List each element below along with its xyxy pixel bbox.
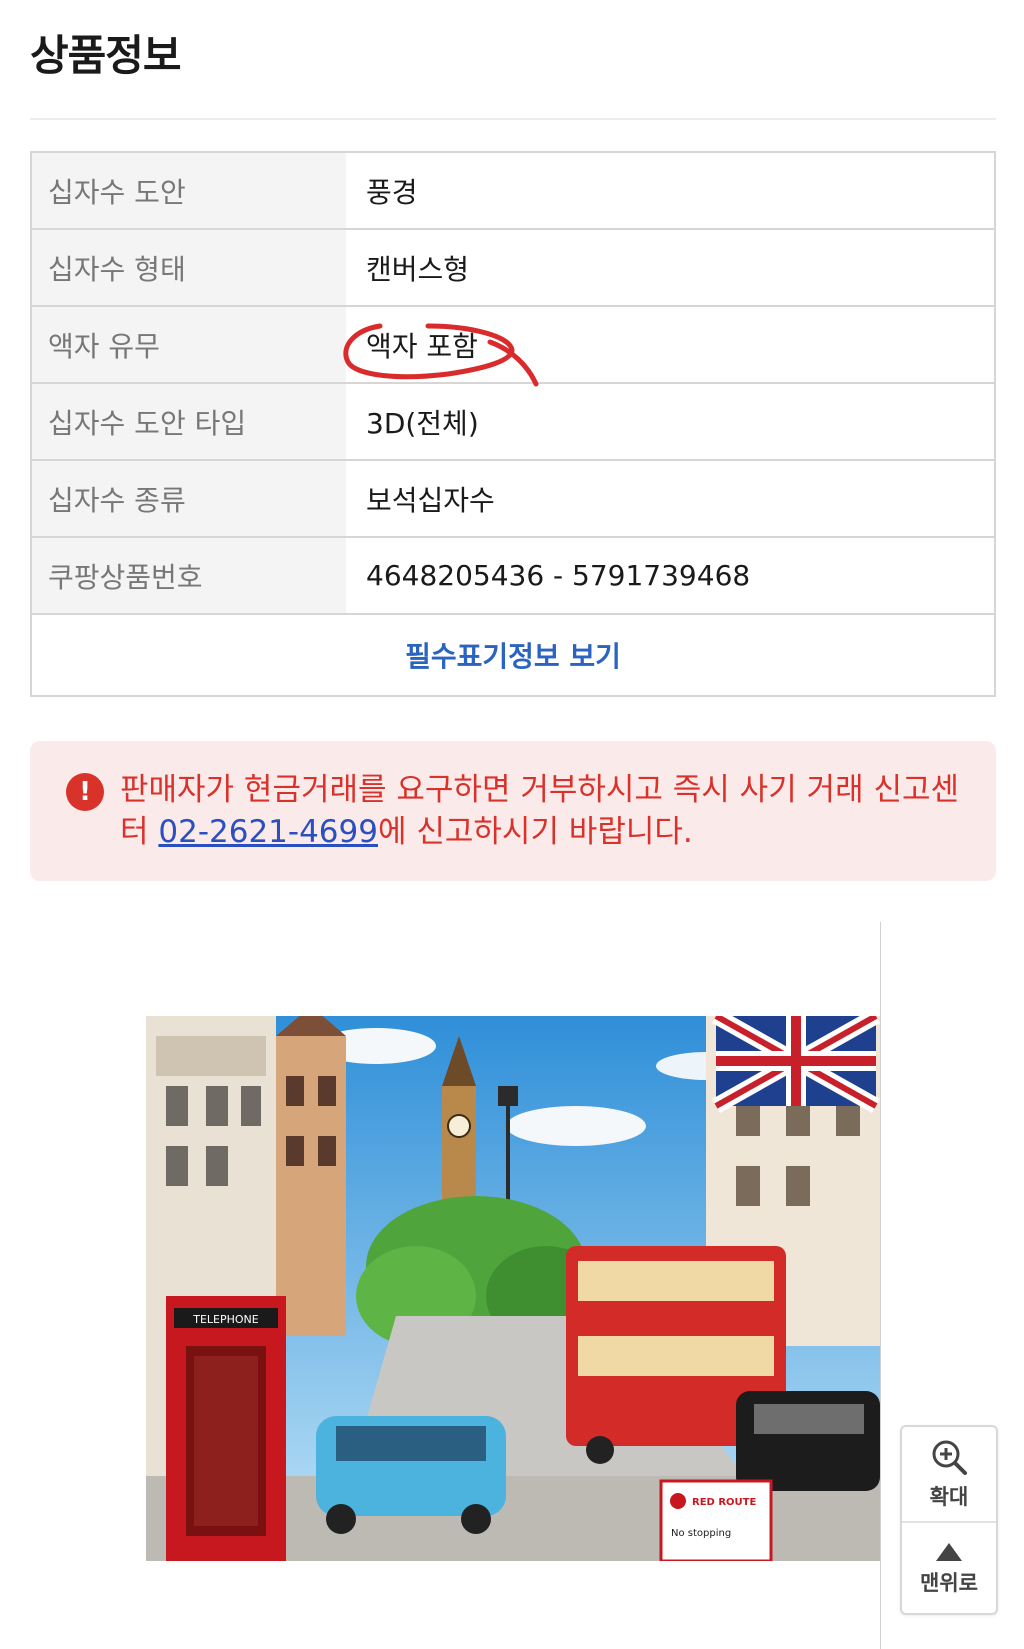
spec-key: 십자수 도안 bbox=[32, 153, 346, 228]
spec-key: 십자수 형태 bbox=[32, 230, 346, 305]
no-stopping-sign: No stopping bbox=[671, 1528, 731, 1539]
spec-row: 십자수 도안 풍경 bbox=[32, 153, 994, 230]
floating-tools: 확대 맨위로 bbox=[900, 1425, 998, 1615]
spec-value: 캔버스형 bbox=[366, 252, 470, 286]
content-divider bbox=[880, 922, 881, 1649]
london-street-painting: TELEPHONE RED ROUTE No stopping bbox=[146, 1016, 880, 1561]
spec-key: 십자수 종류 bbox=[32, 461, 346, 536]
spec-row: 십자수 종류 보석십자수 bbox=[32, 461, 994, 538]
spec-key: 십자수 도안 타입 bbox=[32, 384, 346, 459]
product-info-page: 상품정보 십자수 도안 풍경 십자수 형태 캔버스형 액자 유무 액자 포함 십… bbox=[0, 0, 1024, 1649]
spec-row: 십자수 형태 캔버스형 bbox=[32, 230, 994, 307]
spec-value: 4648205436 - 5791739468 bbox=[366, 559, 751, 592]
spec-value: 액자 포함 bbox=[366, 329, 478, 363]
spec-key: 쿠팡상품번호 bbox=[32, 538, 346, 613]
zoom-button[interactable]: 확대 bbox=[902, 1427, 996, 1521]
title-divider bbox=[30, 118, 996, 120]
spec-row: 쿠팡상품번호 4648205436 - 5791739468 bbox=[32, 538, 994, 615]
spec-table: 십자수 도안 풍경 십자수 형태 캔버스형 액자 유무 액자 포함 십자수 도안… bbox=[30, 151, 996, 697]
arrow-up-icon bbox=[936, 1543, 962, 1561]
red-route-sign: RED ROUTE bbox=[692, 1497, 756, 1508]
scroll-top-label: 맨위로 bbox=[920, 1571, 978, 1595]
telephone-sign: TELEPHONE bbox=[192, 1313, 259, 1326]
view-required-info-button[interactable]: 필수표기정보 보기 bbox=[32, 615, 994, 695]
warning-text: 판매자가 현금거래를 요구하면 거부하시고 즉시 사기 거래 신고센터 02-2… bbox=[120, 769, 970, 853]
spec-value: 풍경 bbox=[366, 175, 418, 209]
product-image: TELEPHONE RED ROUTE No stopping bbox=[146, 1016, 880, 1561]
zoom-in-icon bbox=[932, 1440, 967, 1475]
spec-key: 액자 유무 bbox=[32, 307, 346, 382]
warning-text-after: 에 신고하시기 바랍니다. bbox=[377, 814, 693, 850]
zoom-label: 확대 bbox=[929, 1485, 969, 1509]
spec-value: 보석십자수 bbox=[366, 483, 495, 517]
report-phone-link[interactable]: 02-2621-4699 bbox=[158, 814, 378, 850]
alert-icon: ! bbox=[66, 773, 104, 811]
page-title: 상품정보 bbox=[30, 31, 182, 80]
fraud-warning-banner: ! 판매자가 현금거래를 요구하면 거부하시고 즉시 사기 거래 신고센터 02… bbox=[30, 741, 996, 881]
spec-value: 3D(전체) bbox=[366, 406, 479, 440]
spec-row: 십자수 도안 타입 3D(전체) bbox=[32, 384, 994, 461]
spec-row: 액자 유무 액자 포함 bbox=[32, 307, 994, 384]
scroll-top-button[interactable]: 맨위로 bbox=[902, 1521, 996, 1615]
